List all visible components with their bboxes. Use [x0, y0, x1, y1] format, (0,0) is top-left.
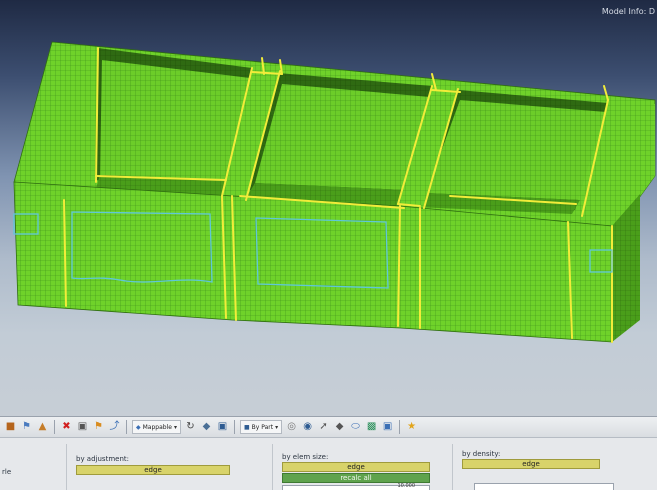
freehand-icon[interactable]: ↻: [184, 421, 197, 434]
by-adjustment-label: by adjustment:: [76, 455, 129, 463]
by-part-dropdown[interactable]: ■ By Part ▾: [239, 420, 283, 434]
tag-icon[interactable]: ⚑: [92, 421, 105, 434]
delete-icon[interactable]: ✖: [60, 421, 73, 434]
by-adjustment-edge-button[interactable]: edge: [76, 465, 230, 475]
bookmark-icon[interactable]: ⚑: [20, 421, 33, 434]
toolbar-separator: [233, 420, 235, 434]
density-field[interactable]: [474, 483, 614, 490]
graphics-viewport[interactable]: Model Info: D: [0, 0, 657, 418]
monitor-icon[interactable]: ▣: [381, 421, 394, 434]
panel-divider: [452, 444, 453, 490]
gauge-icon[interactable]: ▩: [365, 421, 378, 434]
mappable-icon: ◆: [136, 423, 141, 431]
main-toolbar: ■ ⚑ ▲ ✖ ▣ ⚑ ⤴ ◆ Mappable ▾ ↻ ◆ ▣ ■ By Pa…: [0, 416, 657, 438]
by-elem-size-edge-button[interactable]: edge: [282, 462, 430, 472]
shape-icon[interactable]: ◆: [200, 421, 213, 434]
recalc-all-button[interactable]: recalc all: [282, 473, 430, 483]
panel-divider: [66, 444, 67, 490]
globe-icon[interactable]: ◎: [285, 421, 298, 434]
chevron-down-icon: ▾: [173, 423, 177, 431]
toolbar-separator: [399, 420, 401, 434]
by-part-icon: ■: [243, 423, 250, 431]
mesh-panel: rle by adjustment: edge by elem size: ed…: [0, 438, 657, 490]
elem-size-field[interactable]: 10.000: [282, 483, 430, 490]
toolbar-separator: [126, 420, 127, 434]
shade-icon[interactable]: ◉: [301, 421, 314, 434]
elem-size-value: 10.000: [397, 483, 416, 489]
component-icon[interactable]: ■: [4, 421, 17, 434]
star-icon[interactable]: ★: [405, 421, 418, 434]
ellipse-icon[interactable]: ⬭: [349, 421, 362, 434]
arrow-icon[interactable]: ⤴: [108, 421, 121, 434]
line-icon[interactable]: ➚: [317, 421, 330, 434]
cube-icon[interactable]: ▣: [76, 421, 89, 434]
mesh-model[interactable]: [0, 0, 657, 418]
diamond-icon[interactable]: ◆: [333, 421, 346, 434]
by-density-edge-button[interactable]: edge: [462, 459, 600, 469]
panel-divider: [272, 444, 273, 490]
by-part-label: By Part: [251, 423, 274, 431]
toolbar-separator: [54, 420, 55, 434]
mappable-dropdown[interactable]: ◆ Mappable ▾: [132, 420, 181, 434]
mappable-label: Mappable: [142, 423, 172, 431]
visualize-icon[interactable]: ▲: [36, 421, 49, 434]
by-elem-size-label: by elem size:: [282, 453, 329, 461]
left-label: rle: [2, 468, 12, 476]
chevron-down-icon: ▾: [275, 423, 279, 431]
view-cube-icon[interactable]: ▣: [216, 421, 229, 434]
by-density-label: by density:: [462, 450, 501, 458]
